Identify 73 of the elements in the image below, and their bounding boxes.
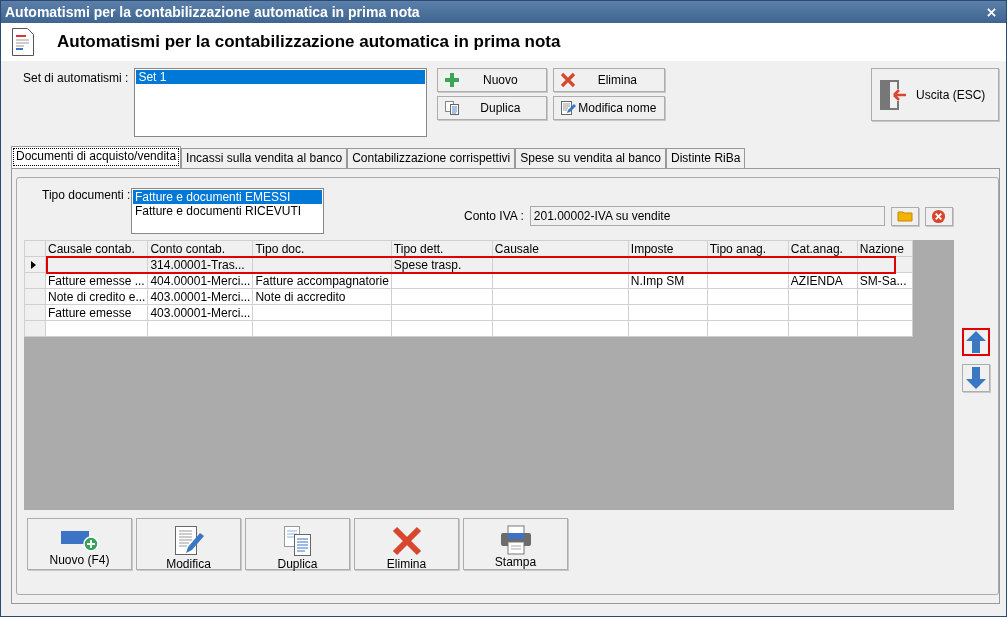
close-icon [987, 7, 996, 17]
table-cell [788, 288, 858, 305]
table-cell [788, 304, 858, 321]
table-cell: Note di credito e... [45, 288, 148, 305]
window-title: Automatismi per la contabilizzazione automatica in prima nota [5, 4, 420, 20]
tab[interactable]: Spese su vendita al banco [515, 148, 667, 168]
column-header: Causale contab. [45, 240, 148, 257]
action-button[interactable]: Nuovo (F4) [27, 518, 132, 570]
table-cell: 403.00001-Merci... [147, 288, 253, 305]
document-type-list[interactable]: Fatture e documenti EMESSI Fatture e documenti RICEVUTI [131, 188, 324, 234]
table-cell: Fatture emesse [45, 304, 148, 321]
tab[interactable]: Incassi sulla vendita al banco [181, 148, 348, 168]
action-button[interactable]: Elimina [354, 518, 459, 570]
table-cell: Fatture accompagnatorie [252, 272, 392, 289]
column-header: Tipo dett. [391, 240, 493, 257]
column-header: Causale [492, 240, 629, 257]
column-header: Tipo anag. [707, 240, 789, 257]
input-field[interactable]: 201.00002-IVA su vendite [529, 206, 885, 226]
column-header: Nazione [857, 240, 913, 257]
clear-button[interactable] [924, 206, 953, 226]
table-cell [788, 320, 858, 337]
move-up-button[interactable] [962, 328, 990, 356]
edit-document-icon [173, 525, 204, 557]
table-cell: SM-Sa... [857, 272, 913, 289]
delete-icon [390, 525, 423, 557]
column-header: Tipo doc. [252, 240, 392, 257]
table-cell [857, 288, 913, 305]
delete-icon [560, 72, 577, 88]
field-label: Set di automatismi : [23, 71, 129, 85]
column-header: Conto contab. [147, 240, 253, 257]
table-cell: Fatture emesse ... [45, 272, 148, 289]
table-cell: AZIENDA [788, 272, 858, 289]
printer-icon [499, 525, 532, 555]
toolbar-button[interactable]: Modifica nome [553, 96, 666, 120]
browse-button[interactable] [890, 206, 919, 226]
page-title: Automatismi per la contabilizzazione automatica in prima nota [57, 32, 561, 52]
exit-button[interactable]: Uscita (ESC) [871, 68, 999, 121]
tab[interactable]: Distinte RiBa [666, 148, 746, 168]
column-header [24, 240, 46, 257]
move-down-button[interactable] [962, 364, 990, 392]
table-cell: N.Imp SM [628, 272, 708, 289]
arrow-down-icon [966, 367, 986, 389]
tab[interactable]: Contabilizzazione corrispettivi [347, 148, 516, 168]
current-row-icon [31, 260, 36, 269]
toolbar-button[interactable]: Duplica [437, 96, 548, 120]
set-list[interactable]: Set 1 [134, 68, 428, 137]
folder-icon [896, 210, 913, 222]
field-label: Conto IVA : [464, 209, 524, 223]
tab[interactable]: Documenti di acquisto/vendita [11, 146, 182, 168]
arrow-up-icon [966, 331, 986, 353]
action-button[interactable]: Duplica [245, 518, 350, 570]
list-item[interactable]: Fatture e documenti EMESSI [133, 190, 322, 204]
table-cell: Note di accredito [252, 288, 392, 305]
exit-door-icon [878, 77, 908, 112]
document-icon [11, 27, 35, 57]
copy-icon [444, 100, 461, 116]
table-cell: 403.00001-Merci... [147, 304, 253, 321]
list-item[interactable]: Set 1 [136, 70, 426, 84]
field-label: Tipo documenti : [42, 188, 131, 202]
plus-icon [444, 72, 461, 88]
action-button[interactable]: Modifica [136, 518, 241, 570]
list-item[interactable]: Fatture e documenti RICEVUTI [133, 204, 322, 218]
table-cell [857, 304, 913, 321]
column-header: Imposte [628, 240, 708, 257]
copy-documents-icon [282, 525, 313, 557]
toolbar-button[interactable]: Nuovo [437, 68, 548, 92]
column-header: Cat.anag. [788, 240, 858, 257]
table-cell: 404.00001-Merci... [147, 272, 253, 289]
clear-icon [931, 208, 947, 224]
toolbar-button[interactable]: Elimina [553, 68, 666, 92]
table-cell [857, 320, 913, 337]
edit-icon [560, 100, 577, 116]
action-button[interactable]: Stampa [463, 518, 568, 570]
